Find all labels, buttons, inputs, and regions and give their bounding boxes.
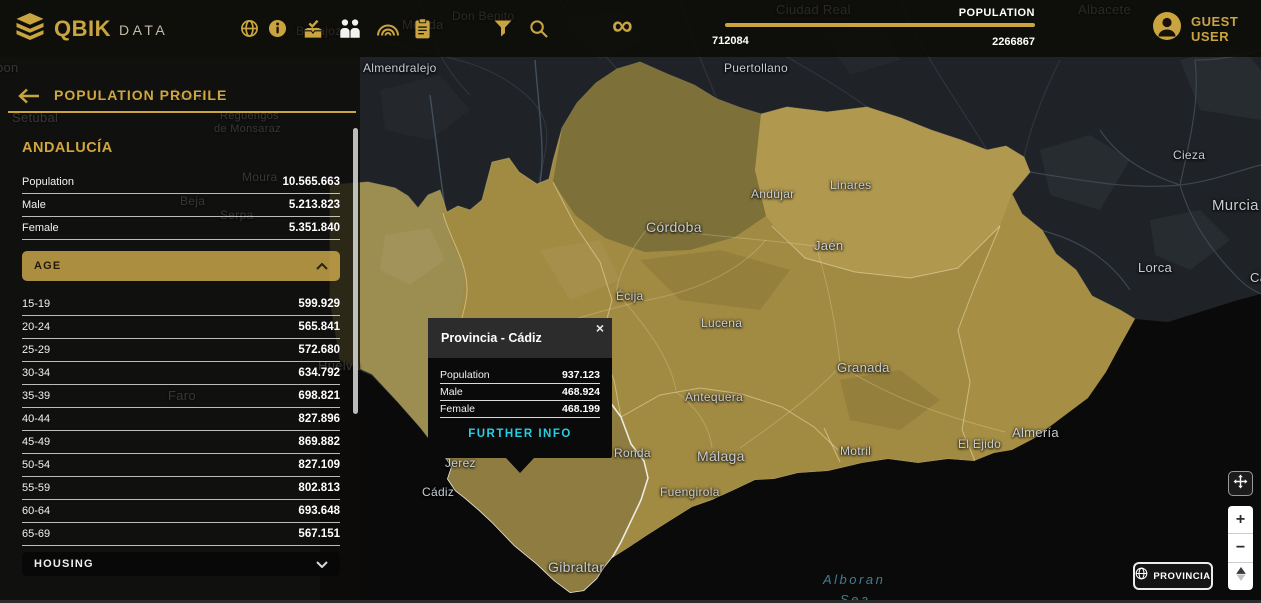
sidebar-scrollbar-thumb[interactable] xyxy=(353,128,358,414)
popup-stat-row: Female 468.199 xyxy=(440,401,600,418)
age-row: 55-59 802.813 xyxy=(22,477,340,500)
globe-small-icon xyxy=(1135,567,1148,585)
age-row: 50-54 827.109 xyxy=(22,454,340,477)
infinity-icon[interactable]: ∞ xyxy=(612,0,633,57)
popup-title: Provincia - Cádiz xyxy=(441,331,542,345)
accordion-housing-label: HOUSING xyxy=(34,558,94,570)
accordion-age[interactable]: AGE xyxy=(22,251,340,281)
move-arrows-icon xyxy=(1232,473,1249,495)
close-icon[interactable]: × xyxy=(596,321,604,335)
zoom-control: + − xyxy=(1228,506,1253,590)
age-row: 45-49 869.882 xyxy=(22,431,340,454)
age-row: 60-64 693.648 xyxy=(22,500,340,523)
back-arrow-icon[interactable] xyxy=(18,88,40,109)
pan-mode-button[interactable] xyxy=(1228,471,1253,496)
stat-row: Population 10.565.663 xyxy=(22,171,340,194)
sidebar-population-profile: POPULATION PROFILE ANDALUCÍA Population … xyxy=(0,57,360,603)
info-icon[interactable] xyxy=(268,0,287,57)
globe-icon[interactable] xyxy=(240,0,259,57)
inbox-check-icon[interactable] xyxy=(302,0,324,57)
slider-max-value: 2266867 xyxy=(992,36,1035,48)
slider-track[interactable] xyxy=(725,23,1035,27)
topbar: QBIK DATA ∞ POPULATION xyxy=(0,0,1261,57)
slider-min-value: 712084 xyxy=(712,35,749,47)
brand-suffix: DATA xyxy=(119,19,168,38)
zoom-in-button[interactable]: + xyxy=(1228,506,1253,533)
chevron-down-icon xyxy=(316,555,328,573)
popup-stat-row: Male 468.924 xyxy=(440,384,600,401)
chevron-up-icon xyxy=(316,257,328,275)
age-row: 15-19 599.929 xyxy=(22,293,340,316)
age-row: 25-29 572.680 xyxy=(22,339,340,362)
age-row: 30-34 634.792 xyxy=(22,362,340,385)
avatar xyxy=(1152,11,1182,46)
provincia-button-label: PROVINCIA xyxy=(1153,571,1210,582)
age-row: 40-44 827.896 xyxy=(22,408,340,431)
provincia-layer-button[interactable]: PROVINCIA xyxy=(1133,562,1213,590)
popup-header: Provincia - Cádiz xyxy=(428,318,612,358)
province-info-popup: Provincia - Cádiz × Population 937.123 M… xyxy=(428,318,612,458)
panel-title: POPULATION PROFILE xyxy=(54,87,227,103)
slider-label: POPULATION xyxy=(959,7,1035,19)
app-logo[interactable]: QBIK DATA xyxy=(13,0,168,57)
age-rows: 15-19 599.929 20-24 565.841 25-29 572.68… xyxy=(22,293,340,546)
region-stats: Population 10.565.663 Male 5.213.823 Fem… xyxy=(22,171,340,240)
brand-name: QBIK xyxy=(54,16,111,42)
compass-icon xyxy=(1234,566,1248,587)
age-row: 35-39 698.821 xyxy=(22,385,340,408)
popup-stat-row: Population 937.123 xyxy=(440,367,600,384)
clipboard-icon[interactable] xyxy=(414,0,431,57)
compass-pitch-button[interactable] xyxy=(1228,562,1253,590)
region-name-heading: ANDALUCÍA xyxy=(22,140,113,156)
app-window: BadajozMéridaDon BenitoCiudad RealAlbace… xyxy=(0,0,1261,603)
zoom-out-button[interactable]: − xyxy=(1228,533,1253,561)
further-info-link[interactable]: FURTHER INFO xyxy=(428,428,612,440)
layers-logo-icon xyxy=(13,13,47,45)
accordion-housing[interactable]: HOUSING xyxy=(22,552,340,576)
search-icon[interactable] xyxy=(529,0,548,57)
stat-row: Female 5.351.840 xyxy=(22,217,340,240)
gold-divider xyxy=(8,111,356,113)
signal-arcs-icon[interactable] xyxy=(376,0,400,57)
filter-icon[interactable] xyxy=(494,0,512,57)
popup-stats: Population 937.123 Male 468.924 Female 4… xyxy=(428,358,612,418)
accordion-age-label: AGE xyxy=(34,260,61,272)
age-row: 20-24 565.841 xyxy=(22,316,340,339)
user-menu[interactable]: GUEST USER xyxy=(1152,0,1261,57)
age-row: 65-69 567.151 xyxy=(22,523,340,546)
population-range-slider: POPULATION 712084 2266867 xyxy=(710,0,1036,57)
users-icon[interactable] xyxy=(338,0,362,57)
stat-row: Male 5.213.823 xyxy=(22,194,340,217)
user-name: GUEST USER xyxy=(1191,14,1261,44)
